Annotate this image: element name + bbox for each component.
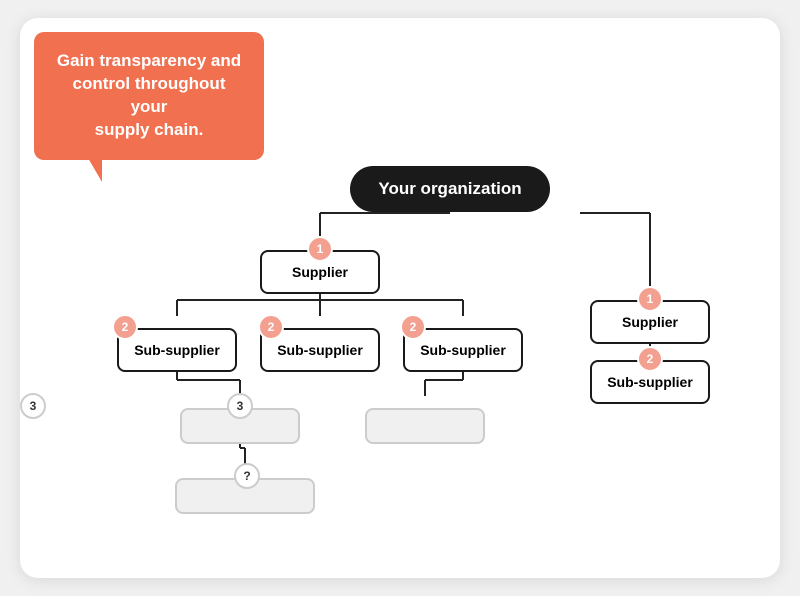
- org-node: Your organization: [350, 166, 550, 212]
- subsupplier4-label: Sub-supplier: [607, 374, 693, 390]
- subsupplier4-badge: 2: [637, 346, 663, 372]
- tier3-2-node: [365, 408, 485, 444]
- subsupplier2-badge: 2: [258, 314, 284, 340]
- supplier1-label: Supplier: [292, 264, 348, 280]
- tooltip-text: Gain transparency and control throughout…: [56, 50, 242, 142]
- subsupplier1-badge: 2: [112, 314, 138, 340]
- supplier2-badge: 1: [637, 286, 663, 312]
- subsupplier2-label: Sub-supplier: [277, 342, 363, 358]
- tooltip-box: Gain transparency and control throughout…: [34, 32, 264, 160]
- org-label: Your organization: [378, 179, 521, 199]
- subsupplier1-label: Sub-supplier: [134, 342, 220, 358]
- tier3-1-badge: 3: [227, 393, 253, 419]
- subsupplier3-label: Sub-supplier: [420, 342, 506, 358]
- supplier2-label: Supplier: [622, 314, 678, 330]
- supplier1-badge: 1: [307, 236, 333, 262]
- tier3-2-badge: 3: [20, 393, 46, 419]
- subsupplier3-badge: 2: [400, 314, 426, 340]
- main-card: Gain transparency and control throughout…: [20, 18, 780, 578]
- question-badge: ?: [234, 463, 260, 489]
